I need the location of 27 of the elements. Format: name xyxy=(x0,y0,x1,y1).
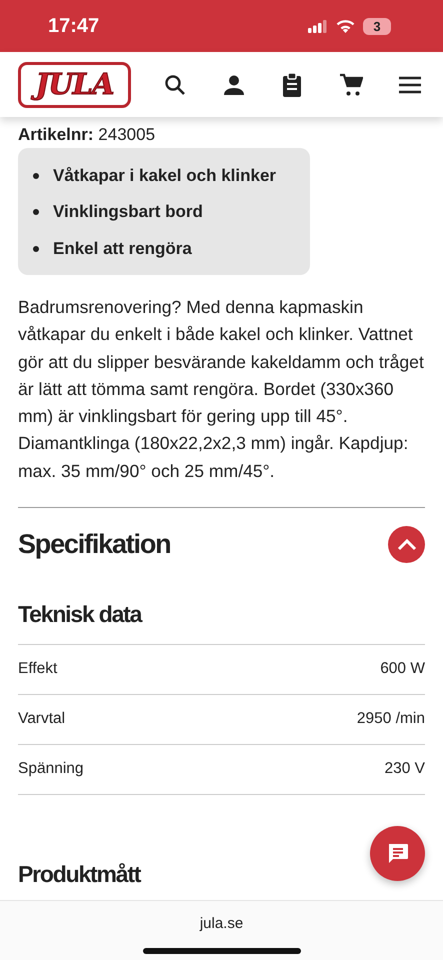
spec-value: 600 W xyxy=(380,659,425,680)
feature-item: Vinklingsbart bord xyxy=(53,201,203,223)
clock: 17:47 xyxy=(48,14,100,39)
url-text: jula.se xyxy=(198,914,244,934)
bullet-icon xyxy=(33,246,39,252)
chevron-up-icon xyxy=(396,538,416,551)
bullet-icon xyxy=(33,172,39,179)
bullet-icon xyxy=(33,209,39,216)
spec-label: Effekt xyxy=(18,659,58,680)
section-subheading: Produktmått xyxy=(18,860,140,889)
spec-value: 2950 /min xyxy=(356,709,425,730)
battery-level: 3 xyxy=(363,18,391,34)
logo[interactable]: JULA xyxy=(18,62,131,108)
spec-value: 230 V xyxy=(384,759,425,780)
chat-button[interactable] xyxy=(370,826,425,881)
section-subheading: Teknisk data xyxy=(18,600,142,630)
signal-icon xyxy=(308,20,328,32)
feature-item: Våtkapar i kakel och klinker xyxy=(53,164,276,186)
home-indicator[interactable] xyxy=(142,948,300,954)
feature-item: Enkel att rengöra xyxy=(53,238,192,260)
spec-label: Varvtal xyxy=(18,709,66,730)
collapse-toggle[interactable] xyxy=(388,526,425,564)
product-description: Badrumsrenovering? Med denna kapmaskin våtkapar du enkelt i både kakel och klinker. Vattnet gör att du slipper besvärande kakeldamm och tråget är lätt att tömma samt rengöra. Bordet (330x360 mm) är vinklingsbart för gering upp till 45°. Diamantklinga (180x22,2x2,3 mm) ingår. Kapdjup: max. 35 mm/90° och 25 mm/45°. xyxy=(18,296,425,483)
section-heading: Specifikation xyxy=(18,528,170,562)
spec-label: Spänning xyxy=(18,759,84,780)
wifi-icon xyxy=(336,19,355,33)
article-number: Artikelnr: 243005 xyxy=(18,124,156,146)
